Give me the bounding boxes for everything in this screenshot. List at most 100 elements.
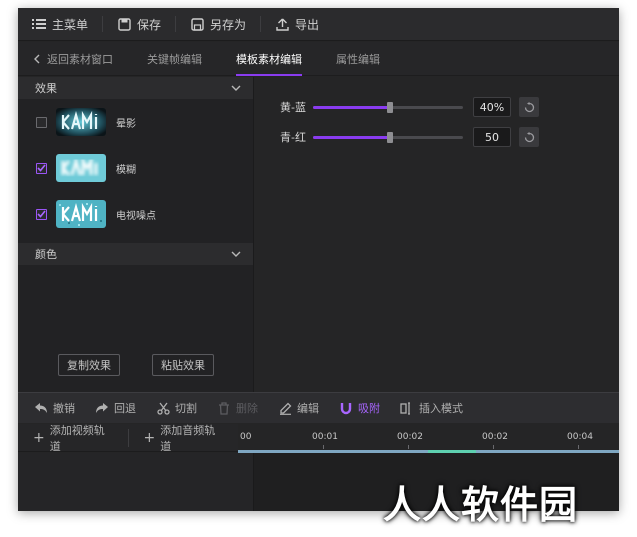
magnet-icon [339, 401, 353, 415]
effect-item-vignette[interactable]: 晕影 [18, 99, 253, 145]
tv-noise-checkbox[interactable] [36, 208, 47, 220]
pencil-icon [278, 401, 292, 415]
edit-button[interactable]: 编辑 [278, 400, 319, 416]
cut-button[interactable]: 切割 [156, 400, 197, 416]
chevron-down-icon [231, 85, 241, 91]
tab-keyframe-edit[interactable]: 关键帧编辑 [135, 42, 224, 76]
ruler-tick [408, 445, 409, 449]
main-menu-label: 主菜单 [52, 17, 89, 32]
vignette-label: 晕影 [116, 118, 136, 130]
add-audio-track-label: 添加音频轨道 [160, 423, 216, 453]
effects-section-header[interactable]: 效果 [18, 77, 253, 99]
cyan-red-slider[interactable] [313, 131, 463, 143]
tab-property-label: 属性编辑 [336, 52, 380, 66]
save-as-button[interactable]: 另存为 [176, 8, 260, 41]
track-list-area [18, 453, 254, 511]
tv-noise-label: 电视噪点 [116, 210, 156, 222]
edit-label: 编辑 [297, 402, 319, 415]
redo-icon [95, 401, 109, 415]
vignette-checkbox[interactable] [36, 116, 47, 128]
redo-button[interactable]: 回退 [95, 400, 136, 416]
redo-label: 回退 [114, 402, 136, 415]
list-menu-icon [32, 17, 46, 31]
timeline-toolbar: 撤销 回退 切割 删除 编辑 吸附 插入模式 [18, 392, 619, 423]
snap-toggle[interactable]: 吸附 [339, 400, 380, 416]
property-row-yellow-blue: 黄-蓝 40% [255, 97, 619, 117]
insert-mode-icon [400, 401, 414, 415]
insert-mode-label: 插入模式 [419, 402, 463, 415]
reset-icon [524, 131, 535, 143]
track-header: + 添加视频轨道 + 添加音频轨道 [18, 423, 238, 453]
tab-back-label: 返回素材窗口 [47, 52, 113, 66]
save-label: 保存 [137, 17, 162, 32]
ruler-tick [323, 445, 324, 449]
export-icon [275, 17, 289, 31]
insert-mode-button[interactable]: 插入模式 [400, 400, 463, 416]
property-row-cyan-red: 青-红 50 [255, 127, 619, 147]
effect-actions: 复制效果 粘贴效果 [18, 354, 254, 376]
effects-panel: 效果 晕影 模糊 电视噪点 颜色 复制效果 粘贴效果 [18, 77, 254, 392]
editor-window: 主菜单 保存 另存为 导出 返回素材窗口 关键帧编辑 模板素材编辑 属性编辑 效… [18, 8, 619, 511]
vignette-thumbnail [56, 108, 106, 136]
undo-label: 撤销 [53, 402, 75, 415]
tab-property-edit[interactable]: 属性编辑 [314, 42, 392, 76]
cyan-red-slider-fill [313, 135, 390, 139]
ruler-tick-label: 00:01 [312, 432, 338, 442]
timeline-ruler[interactable]: 00 00:01 00:02 00:02 00:04 [238, 424, 619, 452]
add-video-track-button[interactable]: + 添加视频轨道 [18, 423, 128, 453]
menu-bar: 主菜单 保存 另存为 导出 [18, 8, 619, 41]
yellow-blue-slider-handle[interactable] [386, 101, 393, 113]
undo-button[interactable]: 撤销 [34, 400, 75, 416]
tab-keyframe-label: 关键帧编辑 [147, 52, 202, 66]
effect-item-blur[interactable]: 模糊 [18, 145, 253, 191]
export-label: 导出 [295, 17, 320, 32]
ruler-tick-label: 00 [240, 432, 252, 442]
ruler-tick [493, 445, 494, 449]
reset-icon [524, 101, 535, 113]
color-section-title: 颜色 [35, 248, 57, 261]
color-section-header[interactable]: 颜色 [18, 243, 253, 265]
tab-bar: 返回素材窗口 关键帧编辑 模板素材编辑 属性编辑 [18, 42, 619, 76]
save-as-label: 另存为 [210, 17, 247, 32]
trash-icon [217, 401, 231, 415]
tab-back-to-materials[interactable]: 返回素材窗口 [18, 42, 135, 76]
export-button[interactable]: 导出 [261, 8, 333, 41]
delete-label: 删除 [236, 402, 258, 415]
undo-icon [34, 401, 48, 415]
save-as-icon [190, 17, 204, 31]
ruler-tick-label: 00:02 [397, 432, 423, 442]
save-icon [117, 17, 131, 31]
ruler-tick [578, 445, 579, 449]
copy-effect-button[interactable]: 复制效果 [58, 354, 120, 376]
yellow-blue-reset-button[interactable] [519, 97, 539, 117]
cyan-red-value-input[interactable]: 50 [473, 127, 511, 147]
ruler-tick-label: 00:02 [482, 432, 508, 442]
effects-section-title: 效果 [35, 82, 57, 95]
main-menu-button[interactable]: 主菜单 [18, 8, 102, 41]
cut-label: 切割 [175, 402, 197, 415]
snap-label: 吸附 [358, 402, 380, 415]
blur-thumbnail [56, 154, 106, 182]
blur-label: 模糊 [116, 164, 136, 176]
plus-icon: + [33, 429, 45, 446]
effect-item-tv-noise[interactable]: 电视噪点 [18, 191, 253, 237]
delete-button[interactable]: 删除 [217, 400, 258, 416]
yellow-blue-label: 黄-蓝 [280, 101, 306, 114]
add-video-track-label: 添加视频轨道 [49, 423, 105, 453]
yellow-blue-slider[interactable] [313, 101, 463, 113]
tab-template-label: 模板素材编辑 [236, 52, 302, 66]
cyan-red-slider-handle[interactable] [386, 131, 393, 143]
watermark-text: 人人软件园 [383, 483, 579, 527]
add-audio-track-button[interactable]: + 添加音频轨道 [128, 423, 238, 453]
properties-panel: 黄-蓝 40% 青-红 50 [255, 77, 619, 392]
scissors-icon [156, 401, 170, 415]
chevron-left-icon [34, 54, 40, 64]
yellow-blue-value-input[interactable]: 40% [473, 97, 511, 117]
cyan-red-label: 青-红 [280, 131, 306, 144]
save-button[interactable]: 保存 [103, 8, 175, 41]
cyan-red-reset-button[interactable] [519, 127, 539, 147]
tv-noise-thumbnail [56, 200, 106, 228]
paste-effect-button[interactable]: 粘贴效果 [152, 354, 214, 376]
tab-template-edit[interactable]: 模板素材编辑 [224, 42, 314, 76]
blur-checkbox[interactable] [36, 162, 47, 174]
